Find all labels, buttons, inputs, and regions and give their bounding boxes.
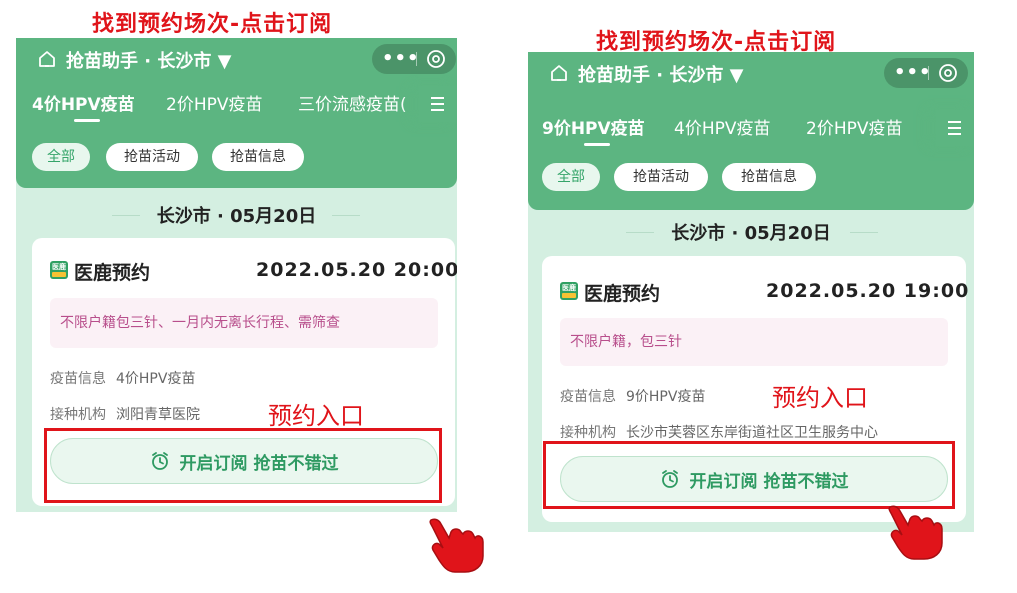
- menu-icon[interactable]: [419, 86, 457, 122]
- app-header: 抢苗助手 · 长沙市 ▼ ••• 9价HPV疫苗 4价HPV疫苗 2价HPV疫苗…: [528, 52, 974, 210]
- home-icon[interactable]: [550, 64, 568, 82]
- app-header: 抢苗助手 · 长沙市 ▼ ••• 4价HPV疫苗 2价HPV疫苗 三价流感疫苗(…: [16, 38, 457, 188]
- chip-info[interactable]: 抢苗信息: [212, 143, 304, 171]
- logo-text: 医鹿: [562, 284, 576, 292]
- more-icon[interactable]: •••: [382, 48, 420, 69]
- home-icon[interactable]: [38, 50, 56, 68]
- vaccine-tabs: 4价HPV疫苗 2价HPV疫苗 三价流感疫苗(: [16, 84, 457, 124]
- vaccine-tabs: 9价HPV疫苗 4价HPV疫苗 2价HPV疫苗: [528, 108, 974, 148]
- institution-label: 接种机构: [50, 407, 106, 423]
- title-bar: 抢苗助手 · 长沙市 ▼ •••: [16, 38, 457, 80]
- capsule-divider: [416, 52, 417, 66]
- chip-all[interactable]: 全部: [542, 163, 600, 191]
- tab-2-valent-hpv[interactable]: 2价HPV疫苗: [806, 114, 902, 139]
- chip-info[interactable]: 抢苗信息: [722, 163, 816, 191]
- highlight-box: [44, 428, 442, 503]
- pointing-hand-icon: [429, 518, 484, 573]
- close-circle-icon[interactable]: [938, 63, 958, 83]
- pointing-hand-icon: [888, 505, 943, 560]
- capsule-divider: [928, 66, 929, 80]
- logo-text: 医鹿: [52, 263, 66, 271]
- annotation-entry-label: 预约入口: [268, 402, 364, 430]
- institution-label: 接种机构: [560, 425, 616, 441]
- chip-activities[interactable]: 抢苗活动: [614, 163, 708, 191]
- notice-banner: 不限户籍包三针、一月内无离长行程、需筛查: [50, 298, 438, 348]
- tab-2-valent-hpv[interactable]: 2价HPV疫苗: [166, 90, 262, 115]
- date-divider-right: [850, 232, 878, 233]
- yilu-logo: 医鹿: [560, 282, 578, 300]
- vaccine-info-label: 疫苗信息: [50, 371, 106, 387]
- vaccine-info-row: 疫苗信息 4价HPV疫苗: [50, 368, 195, 388]
- institution-value: 长沙市芙蓉区东岸街道社区卫生服务中心: [626, 425, 878, 441]
- tab-trivalent-flu[interactable]: 三价流感疫苗(: [298, 90, 407, 115]
- date-heading: 长沙市 · 05月20日: [671, 223, 831, 244]
- annotation-entry-label: 预约入口: [772, 384, 868, 412]
- yilu-logo: 医鹿: [50, 261, 68, 279]
- appointment-time: 2022.05.20 20:00: [256, 259, 457, 281]
- vaccine-info-value: 9价HPV疫苗: [626, 389, 706, 405]
- appointment-time: 2022.05.20 19:00: [766, 280, 970, 302]
- institution-value: 浏阳青草医院: [116, 407, 200, 423]
- org-name: 医鹿预约: [584, 283, 661, 305]
- vaccine-info-label: 疫苗信息: [560, 389, 616, 405]
- highlight-box: [543, 441, 955, 509]
- more-icon[interactable]: •••: [894, 62, 932, 83]
- chip-activities[interactable]: 抢苗活动: [106, 143, 198, 171]
- active-tab-underline: [74, 119, 100, 122]
- tab-4-valent-hpv[interactable]: 4价HPV疫苗: [32, 90, 135, 115]
- menu-icon[interactable]: [936, 110, 974, 146]
- active-tab-underline: [584, 143, 610, 146]
- institution-row: 接种机构 浏阳青草医院: [50, 404, 200, 424]
- org-name: 医鹿预约: [74, 262, 151, 284]
- date-divider-right: [332, 215, 360, 216]
- chip-all[interactable]: 全部: [32, 143, 90, 171]
- title-bar: 抢苗助手 · 长沙市 ▼ •••: [528, 52, 974, 94]
- tab-4-valent-hpv[interactable]: 4价HPV疫苗: [674, 114, 770, 139]
- date-heading: 长沙市 · 05月20日: [156, 206, 317, 227]
- institution-row: 接种机构 长沙市芙蓉区东岸街道社区卫生服务中心: [560, 422, 878, 442]
- notice-banner: 不限户籍，包三针: [560, 318, 948, 366]
- vaccine-info-value: 4价HPV疫苗: [116, 371, 196, 387]
- close-circle-icon[interactable]: [426, 49, 446, 69]
- tab-9-valent-hpv[interactable]: 9价HPV疫苗: [542, 114, 645, 139]
- caption-left: 找到预约场次-点击订阅: [92, 12, 333, 37]
- vaccine-info-row: 疫苗信息 9价HPV疫苗: [560, 386, 705, 406]
- mini-program-capsule: •••: [372, 44, 456, 74]
- app-title[interactable]: 抢苗助手 · 长沙市 ▼: [578, 61, 743, 87]
- mini-program-capsule: •••: [884, 58, 968, 88]
- app-title[interactable]: 抢苗助手 · 长沙市 ▼: [66, 47, 231, 73]
